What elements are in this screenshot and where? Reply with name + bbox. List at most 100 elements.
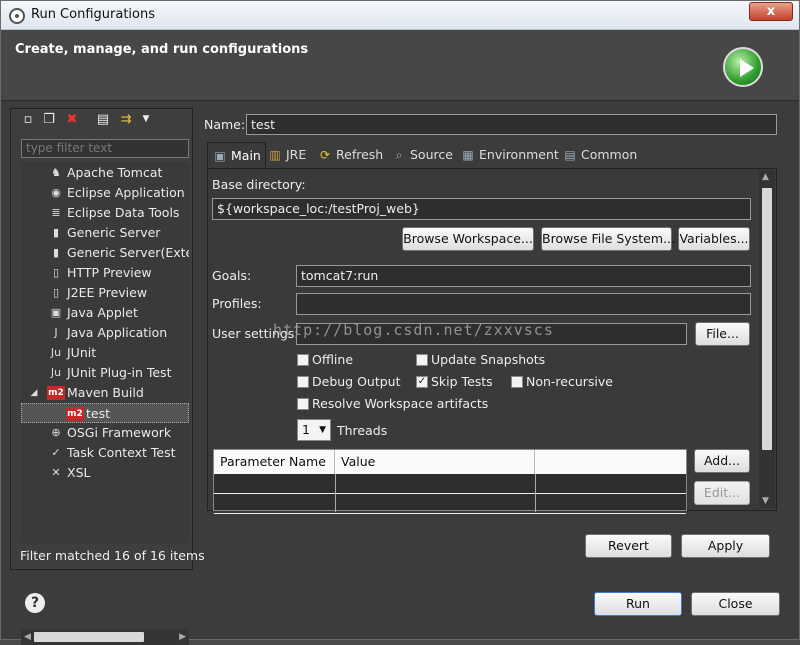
tree-item-label: Generic Server xyxy=(67,225,161,240)
name-input[interactable]: test xyxy=(246,114,777,135)
server-icon: ▮ xyxy=(52,246,60,259)
tree-item[interactable]: ▯ J2EE Preview xyxy=(21,283,189,303)
column-header-value[interactable]: Value xyxy=(335,450,535,474)
filter-input[interactable]: type filter text xyxy=(21,139,189,158)
revert-button[interactable]: Revert xyxy=(585,534,672,558)
main-tab-icon: ▣ xyxy=(214,149,226,163)
browse-file-system-button[interactable]: Browse File System... xyxy=(541,227,675,251)
new-configuration-icon[interactable]: ▫ xyxy=(21,112,35,127)
scroll-thumb[interactable] xyxy=(762,188,772,450)
tree-item-label: Task Context Test xyxy=(67,445,176,460)
table-row[interactable] xyxy=(214,494,686,514)
refresh-tab-icon: ⟳ xyxy=(319,148,331,162)
scroll-down-icon[interactable]: ▼ xyxy=(762,496,769,506)
debug-output-checkbox[interactable] xyxy=(297,376,309,388)
profiles-label: Profiles: xyxy=(212,296,262,311)
tree-item[interactable]: ≣ Eclipse Data Tools xyxy=(21,203,189,223)
filter-icon[interactable]: ⇉ xyxy=(119,112,133,127)
column-header-parameter-name[interactable]: Parameter Name xyxy=(214,450,335,474)
tree-item-label: Eclipse Application xyxy=(67,185,185,200)
osgi-icon: ⊕ xyxy=(51,426,61,439)
tab-jre[interactable]: ▥ JRE xyxy=(267,142,306,168)
edit-button[interactable]: Edit... xyxy=(694,481,750,505)
delete-icon[interactable]: ✖ xyxy=(65,112,79,127)
tree-item[interactable]: ▣ Java Applet xyxy=(21,303,189,323)
header-divider xyxy=(1,100,799,101)
tree-horizontal-scrollbar[interactable]: ◀ ▶ xyxy=(21,629,189,645)
header-title: Create, manage, and run configurations xyxy=(15,42,309,57)
tree-item[interactable]: ♞ Apache Tomcat xyxy=(21,163,189,183)
chevron-down-icon: ▼ xyxy=(319,425,326,435)
tab-main[interactable]: ▣ Main xyxy=(207,142,266,168)
non-recursive-checkbox[interactable] xyxy=(511,376,523,388)
skip-tests-checkbox[interactable]: ✓ xyxy=(416,376,428,388)
tree-item[interactable]: ✕ XSL xyxy=(21,463,189,483)
configurations-toolbar: ▫ ❐ ✖ ▤ ⇉ ▼ xyxy=(11,109,192,131)
tree-item-label: test xyxy=(86,406,111,421)
tab-source[interactable]: ⌕ Source xyxy=(391,142,453,168)
tree-item[interactable]: ▮ Generic Server(Extern xyxy=(21,243,189,263)
threads-select[interactable]: 1 ▼ xyxy=(297,419,331,441)
scroll-up-icon[interactable]: ▲ xyxy=(762,172,769,182)
scroll-left-icon[interactable]: ◀ xyxy=(24,632,31,642)
eclipse-icon xyxy=(9,8,25,24)
tab-environment[interactable]: ▦ Environment xyxy=(460,142,559,168)
junit-icon: Ju xyxy=(50,346,62,359)
collapse-all-icon[interactable]: ▤ xyxy=(96,112,110,127)
column-divider xyxy=(335,474,336,512)
close-button[interactable]: Close xyxy=(691,592,780,616)
tree-item[interactable]: ⊕ OSGi Framework xyxy=(21,423,189,443)
scroll-thumb[interactable] xyxy=(34,632,144,642)
tree-item[interactable]: ◢ m2 Maven Build xyxy=(21,383,189,403)
profiles-input[interactable] xyxy=(296,293,751,315)
run-icon xyxy=(723,47,763,87)
tab-common[interactable]: ▤ Common xyxy=(562,142,637,168)
applet-icon: ▣ xyxy=(50,306,62,319)
goals-label: Goals: xyxy=(212,268,252,283)
threads-label: Threads xyxy=(337,423,388,438)
duplicate-icon[interactable]: ❐ xyxy=(42,112,56,127)
tree-item-label: Java Application xyxy=(67,325,168,340)
tree-item-label: J2EE Preview xyxy=(67,285,148,300)
tree-item[interactable]: ◉ Eclipse Application xyxy=(21,183,189,203)
table-header: Parameter Name Value xyxy=(214,450,686,474)
tree-item[interactable]: ✓ Task Context Test xyxy=(21,443,189,463)
table-row[interactable] xyxy=(214,474,686,494)
tree-item[interactable]: J Java Application xyxy=(21,323,189,343)
browse-workspace-button[interactable]: Browse Workspace... xyxy=(402,227,534,251)
tree-item[interactable]: Ju JUnit Plug-in Test xyxy=(21,363,189,383)
name-label: Name: xyxy=(204,117,246,132)
add-button[interactable]: Add... xyxy=(694,449,750,473)
watermark: http://blog.csdn.net/zxxvscs xyxy=(273,321,554,339)
tree-item[interactable]: ▮ Generic Server xyxy=(21,223,189,243)
panel-vertical-scrollbar[interactable]: ▲ ▼ xyxy=(759,170,775,508)
tree-item-label: XSL xyxy=(67,465,91,480)
title-bar: Run Configurations x xyxy=(1,1,799,30)
dropdown-icon[interactable]: ▼ xyxy=(139,112,153,127)
offline-checkbox[interactable] xyxy=(297,354,309,366)
resolve-workspace-checkbox[interactable] xyxy=(297,398,309,410)
tab-refresh[interactable]: ⟳ Refresh xyxy=(317,142,383,168)
help-icon[interactable]: ? xyxy=(25,593,45,613)
scroll-right-icon[interactable]: ▶ xyxy=(179,632,186,642)
update-snapshots-checkbox[interactable] xyxy=(416,354,428,366)
goals-input[interactable]: tomcat7:run xyxy=(296,265,751,287)
base-directory-input[interactable]: ${workspace_loc:/testProj_web} xyxy=(212,198,751,220)
server-icon: ▮ xyxy=(52,226,60,239)
maven-icon: m2 xyxy=(47,386,65,400)
close-window-button[interactable]: x xyxy=(749,2,793,21)
tree-item[interactable]: ▯ HTTP Preview xyxy=(21,263,189,283)
resolve-workspace-label: Resolve Workspace artifacts xyxy=(312,396,489,411)
run-button[interactable]: Run xyxy=(594,592,682,616)
tree-item-label: Java Applet xyxy=(67,305,138,320)
java-app-icon: J xyxy=(54,326,58,339)
tree-item-label: OSGi Framework xyxy=(67,425,172,440)
j2ee-icon: ▯ xyxy=(52,286,60,299)
config-tabs: ▣ Main ▥ JRE ⟳ Refresh ⌕ Source ▦ Environment… xyxy=(207,142,777,168)
expand-icon[interactable]: ◢ xyxy=(27,386,41,400)
tree-item[interactable]: m2 test xyxy=(21,403,189,423)
tree-item[interactable]: Ju JUnit xyxy=(21,343,189,363)
variables-button[interactable]: Variables... xyxy=(678,227,750,251)
apply-button[interactable]: Apply xyxy=(681,534,770,558)
file-button[interactable]: File... xyxy=(695,322,750,346)
